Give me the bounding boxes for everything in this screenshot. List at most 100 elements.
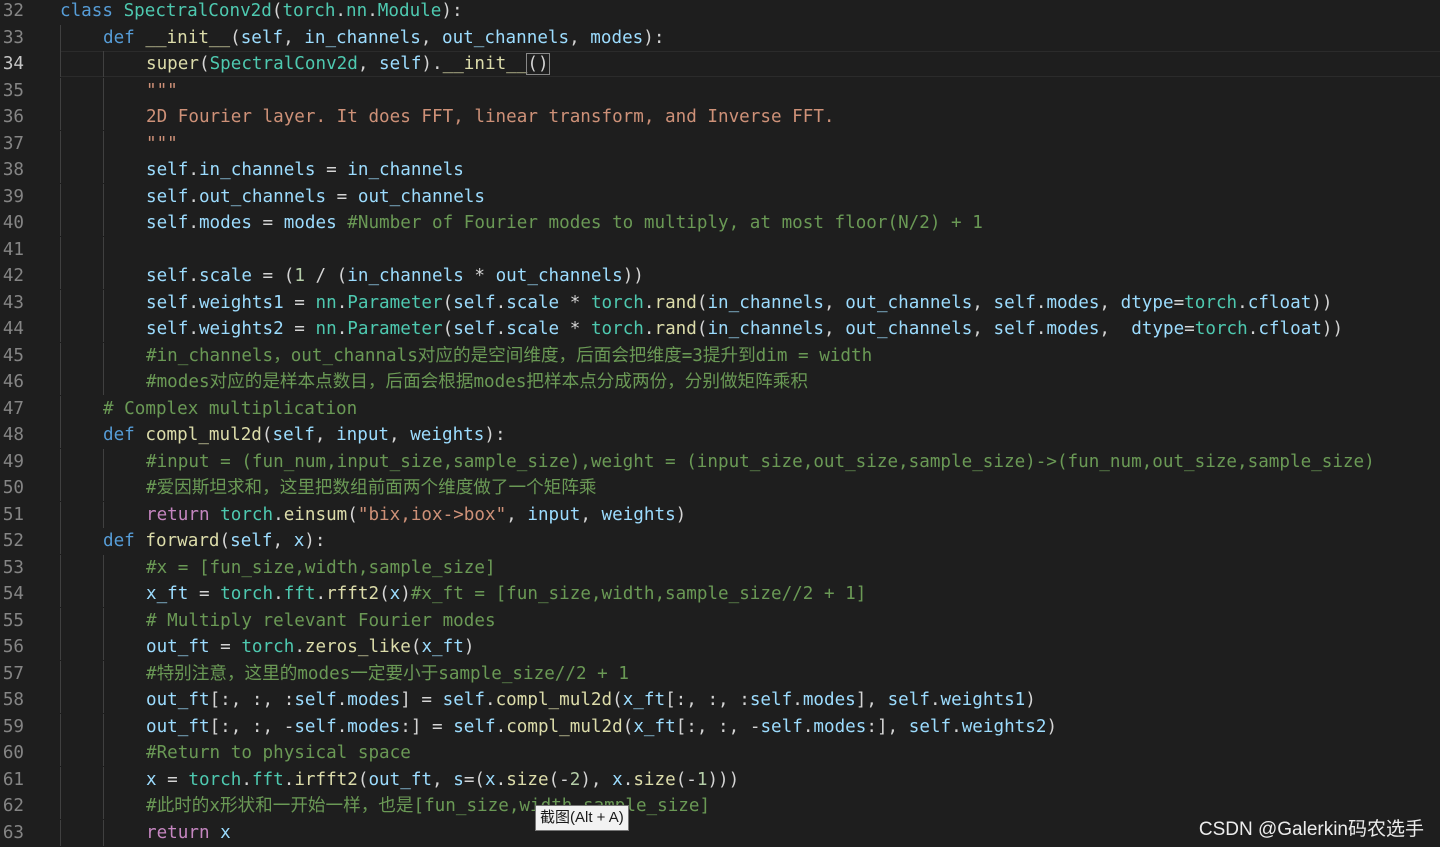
code-token: ) (1025, 690, 1036, 710)
code-text: 2D Fourier layer. It does FFT, linear tr… (146, 104, 835, 130)
code-token: nn (315, 319, 337, 339)
code-token: ( (379, 584, 390, 604)
code-line[interactable]: 59 out_ft[:, :, -self.modes:] = self.comp… (0, 713, 1440, 740)
indent-guide (103, 819, 104, 846)
code-text: #Return to physical space (146, 740, 411, 766)
indent-guide (103, 581, 104, 607)
code-token: ( (696, 292, 708, 313)
code-token: x_ft (421, 637, 464, 657)
code-token: dtype (1131, 319, 1185, 339)
code-token: . (336, 319, 348, 339)
code-line[interactable]: 57 #特别注意，这里的modes一定要小于sample_size//2 + 1 (0, 660, 1440, 687)
line-number: 38 (2, 160, 24, 180)
code-token: , (972, 292, 994, 313)
code-token: self (146, 266, 189, 286)
code-token: . (188, 292, 199, 313)
code-token: x_ft (622, 690, 666, 710)
code-token: ( (622, 716, 634, 737)
code-token: = (1173, 292, 1185, 313)
code-line[interactable]: 47 # Complex multiplication (0, 395, 1440, 422)
code-line[interactable]: 51 return torch.einsum("bix,iox->box", in… (0, 501, 1440, 528)
code-line[interactable]: 36 2D Fourier layer. It does FFT, linear … (0, 104, 1440, 130)
code-token: ( (230, 27, 241, 48)
code-line[interactable]: 61 x = torch.fft.irfft2(out_ft, s=(x.size… (0, 766, 1440, 793)
code-token: =( (463, 769, 485, 790)
code-token: "bix,iox->box" (357, 504, 507, 525)
code-token: Module (377, 1, 442, 21)
code-text: self.weights1 = nn.Parameter(self.scale … (146, 290, 1332, 316)
code-line[interactable]: 35 """ (0, 77, 1440, 104)
code-token: SpectralConv2d (209, 54, 358, 74)
code-token: zeros_like (304, 637, 411, 657)
indent-guide (60, 395, 61, 422)
code-token: ( (612, 690, 623, 710)
code-text: self.weights2 = nn.Parameter(self.scale … (146, 316, 1343, 342)
code-token: . (336, 292, 348, 313)
code-line[interactable]: 46 #modes对应的是样本点数目，后面会根据modes把样本点分成两份，分别做… (0, 369, 1440, 395)
code-line[interactable]: 53 #x = [fun_size,width,sample_size] (0, 554, 1440, 581)
code-token: . (315, 584, 327, 604)
code-token: out_channels (442, 27, 570, 48)
code-token: s (453, 769, 464, 790)
code-line[interactable]: 58 out_ft[:, :, :self.modes] = self.compl… (0, 687, 1440, 713)
code-token: ): (484, 425, 506, 445)
csdn-watermark: CSDN @Galerkin码农选手 (1198, 819, 1424, 840)
code-token: [:, :, - (675, 716, 761, 737)
code-token: #modes对应的是样本点数目，后面会根据modes把样本点分成两份，分别做矩阵… (146, 372, 808, 392)
indent-guide (60, 236, 61, 263)
code-token: def (103, 27, 135, 48)
code-token: compl_mul2d (145, 425, 262, 445)
code-token: , (283, 27, 305, 48)
code-text: out_ft[:, :, :self.modes] = self.compl_m… (146, 687, 1036, 713)
code-token: x_ft (146, 584, 189, 604)
code-line[interactable]: 44 self.weights2 = nn.Parameter(self.scal… (0, 316, 1440, 342)
code-token: , (272, 531, 294, 551)
code-token: in_channels (347, 160, 464, 180)
code-editor[interactable]: 32 class SpectralConv2d(torch.nn.Module):… (0, 0, 1440, 847)
code-token: torch (590, 292, 644, 313)
code-line[interactable]: 38 self.in_channels = in_channels (0, 157, 1440, 183)
code-text: #x = [fun_size,width,sample_size] (146, 555, 496, 581)
code-token: ( (198, 54, 210, 74)
code-line[interactable]: 32 class SpectralConv2d(torch.nn.Module): (0, 0, 1440, 24)
line-number: 58 (2, 690, 24, 710)
code-line[interactable]: 40 self.modes = modes #Number of Fourier … (0, 210, 1440, 236)
code-token: . (485, 690, 496, 710)
code-token: torch (241, 637, 295, 657)
code-token: self (442, 690, 485, 710)
code-line[interactable]: 34 super(SpectralConv2d, self).__init__() (0, 51, 1440, 77)
code-line[interactable]: 37 """ (0, 130, 1440, 157)
indent-guide (103, 183, 104, 210)
code-line[interactable]: 52 def forward(self, x): (0, 528, 1440, 554)
code-token: . (1237, 292, 1248, 313)
code-token: self (453, 716, 496, 737)
indent-guide (103, 448, 104, 475)
line-number: 42 (2, 266, 24, 286)
code-token: modes (813, 716, 867, 737)
code-text: self.out_channels = out_channels (146, 184, 485, 210)
code-line[interactable]: 49 #input = (fun_num,input_size,sample_si… (0, 448, 1440, 475)
indent-guide (103, 687, 104, 713)
code-line[interactable]: 60 #Return to physical space (0, 740, 1440, 766)
line-number: 53 (2, 557, 24, 578)
code-text: x = torch.fft.irfft2(out_ft, s=(x.size(-… (146, 767, 739, 793)
code-line[interactable]: 43 self.weights1 = nn.Parameter(self.scal… (0, 289, 1440, 316)
indent-guide (60, 104, 61, 130)
code-token: = (188, 584, 221, 604)
code-line[interactable]: 39 self.out_channels = out_channels (0, 183, 1440, 210)
code-line[interactable]: 45 #in_channels，out_channals对应的是空间维度，后面会把… (0, 342, 1440, 369)
code-line[interactable]: 54 x_ft = torch.fft.rfft2(x)#x_ft = [fun_… (0, 581, 1440, 607)
code-token: . (792, 690, 803, 710)
code-line[interactable]: 50 #爱因斯坦求和，这里把数组前面两个维度做了一个矩阵乘 (0, 475, 1440, 501)
code-line[interactable]: 33 def __init__(self, in_channels, out_ch… (0, 24, 1440, 51)
code-line[interactable]: 48 def compl_mul2d(self, input, weights): (0, 422, 1440, 448)
code-line[interactable]: 42 self.scale = (1 / (in_channels * out_c… (0, 263, 1440, 289)
code-line[interactable]: 41 (0, 236, 1440, 263)
code-token: self (146, 319, 189, 339)
code-token: . (335, 1, 347, 21)
indent-guide (60, 316, 61, 342)
code-line[interactable]: 55 # Multiply relevant Fourier modes (0, 607, 1440, 634)
code-token: self (453, 292, 496, 313)
code-line[interactable]: 56 out_ft = torch.zeros_like(x_ft) (0, 634, 1440, 660)
